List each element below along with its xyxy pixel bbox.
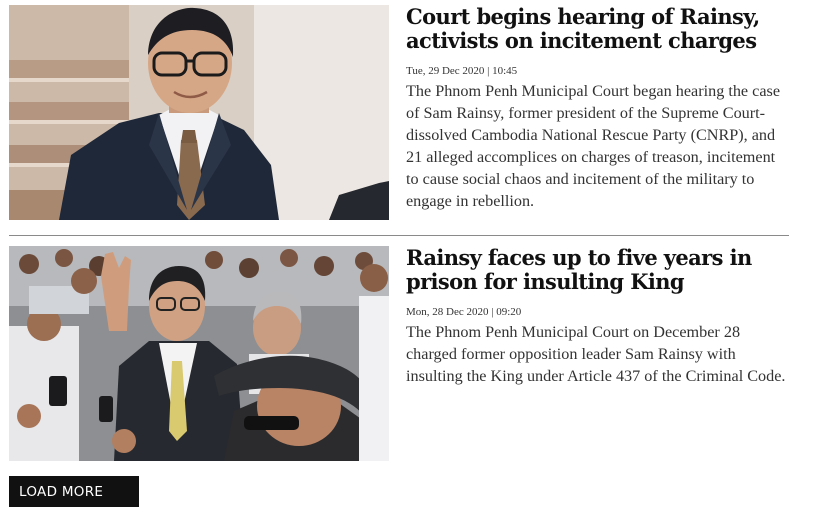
- article-headline[interactable]: Rainsy faces up to five years in prison …: [406, 246, 789, 294]
- crowd-photo: [9, 246, 389, 461]
- article-thumbnail[interactable]: [9, 246, 389, 461]
- article-card: Court begins hearing of Rainsy, activist…: [9, 5, 789, 220]
- load-more-button[interactable]: LOAD MORE: [9, 476, 139, 507]
- article-timestamp: Mon, 28 Dec 2020 | 09:20: [406, 306, 522, 318]
- article-summary: The Phnom Penh Municipal Court began hea…: [406, 82, 781, 210]
- article-timestamp: Tue, 29 Dec 2020 | 10:45: [406, 65, 518, 77]
- article-card: Rainsy faces up to five years in prison …: [9, 246, 789, 461]
- article-text: Rainsy faces up to five years in prison …: [406, 246, 789, 387]
- portrait-photo: [9, 5, 389, 220]
- article-text: Court begins hearing of Rainsy, activist…: [406, 5, 789, 212]
- article-thumbnail[interactable]: [9, 5, 389, 220]
- article-headline[interactable]: Court begins hearing of Rainsy, activist…: [406, 5, 789, 53]
- article-divider: [9, 235, 789, 236]
- article-summary: The Phnom Penh Municipal Court on Decemb…: [406, 323, 786, 385]
